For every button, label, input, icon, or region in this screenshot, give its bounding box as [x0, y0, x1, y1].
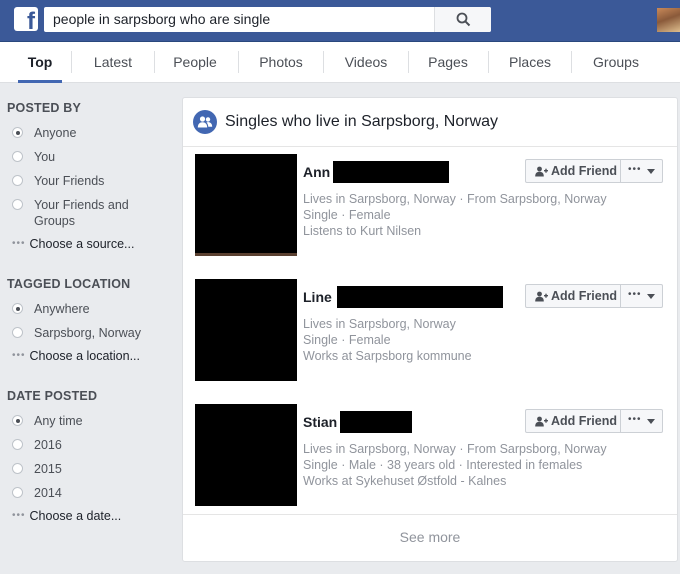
filter-option-2014[interactable]: 2014: [12, 485, 62, 501]
radio[interactable]: [12, 199, 23, 210]
chevron-down-icon: [647, 169, 655, 174]
tab-divider: [154, 51, 155, 73]
filter-option-sarpsborg[interactable]: Sarpsborg, Norway: [12, 325, 141, 341]
more-dots-icon: •••: [628, 164, 642, 175]
person-detail: Lives in Sarpsborg, Norway: [303, 317, 456, 331]
filter-option-any-time[interactable]: Any time: [12, 413, 83, 429]
tab-divider: [323, 51, 324, 73]
profile-avatar[interactable]: [657, 8, 680, 32]
radio[interactable]: [12, 487, 23, 498]
radio[interactable]: [12, 151, 23, 162]
tab-latest[interactable]: Latest: [85, 42, 141, 82]
filter-option-you[interactable]: You: [12, 149, 55, 165]
tab-divider: [238, 51, 239, 73]
add-friend-button[interactable]: Add Friend: [525, 159, 621, 183]
filter-title-tagged-location: TAGGED LOCATION: [7, 277, 131, 291]
redaction-bar: [337, 286, 503, 308]
search-tabs: Top Latest People Photos Videos Pages Pl…: [0, 42, 680, 83]
filter-option-your-friends[interactable]: Your Friends: [12, 173, 104, 189]
profile-photo[interactable]: [195, 279, 297, 381]
profile-photo[interactable]: [195, 404, 297, 506]
radio-checked[interactable]: [12, 415, 23, 426]
top-bar: f people in sarpsborg who are single: [0, 0, 680, 42]
tab-videos[interactable]: Videos: [337, 42, 395, 82]
search-input[interactable]: people in sarpsborg who are single: [53, 11, 270, 27]
add-friend-icon: [535, 416, 548, 427]
more-dots-icon: •••: [628, 289, 642, 300]
redaction-bar: [340, 411, 412, 433]
tab-divider: [571, 51, 572, 73]
filter-title-date-posted: DATE POSTED: [7, 389, 98, 403]
tab-divider: [71, 51, 72, 73]
radio-checked[interactable]: [12, 303, 23, 314]
chevron-down-icon: [647, 294, 655, 299]
more-options-button[interactable]: •••: [620, 284, 663, 308]
results-card: Singles who live in Sarpsborg, Norway An…: [182, 97, 678, 562]
more-dots-icon: •••: [628, 414, 642, 425]
person-detail: Listens to Kurt Nilsen: [303, 224, 422, 238]
radio[interactable]: [12, 439, 23, 450]
profile-photo[interactable]: [195, 154, 297, 256]
more-options-button[interactable]: •••: [620, 159, 663, 183]
tab-top[interactable]: Top: [18, 42, 62, 83]
person-detail: Single · Female: [303, 333, 391, 347]
filter-option-friends-groups[interactable]: Your Friends and Groups: [12, 197, 142, 229]
tab-divider: [488, 51, 489, 73]
tab-pages[interactable]: Pages: [421, 42, 475, 82]
person-result: Stian Lives in Sarpsborg, Norway · From …: [183, 404, 677, 514]
redaction-bar: [333, 161, 449, 183]
person-detail: Lives in Sarpsborg, Norway · From Sarpsb…: [303, 442, 607, 456]
add-friend-button[interactable]: Add Friend: [525, 284, 621, 308]
person-detail: Works at Sarpsborg kommune: [303, 349, 472, 363]
more-dots-icon: •••: [12, 238, 26, 249]
search-bar[interactable]: people in sarpsborg who are single: [44, 7, 491, 32]
add-friend-icon: [535, 166, 548, 177]
person-detail: Works at Sykehuset Østfold - Kalnes: [303, 474, 507, 488]
tab-divider: [408, 51, 409, 73]
tab-places[interactable]: Places: [502, 42, 558, 82]
radio[interactable]: [12, 327, 23, 338]
chevron-down-icon: [647, 419, 655, 424]
tab-groups[interactable]: Groups: [586, 42, 646, 82]
people-icon: [193, 110, 217, 134]
person-detail: Single · Female: [303, 208, 391, 222]
filter-option-2015[interactable]: 2015: [12, 461, 62, 477]
search-button[interactable]: [434, 7, 491, 32]
filter-title-posted-by: POSTED BY: [7, 101, 82, 115]
person-name[interactable]: Ann: [303, 164, 330, 180]
radio[interactable]: [12, 463, 23, 474]
person-detail: Single · Male · 38 years old · Intereste…: [303, 458, 583, 472]
person-name[interactable]: Stian: [303, 414, 337, 430]
more-options-button[interactable]: •••: [620, 409, 663, 433]
more-dots-icon: •••: [12, 350, 26, 361]
results-title: Singles who live in Sarpsborg, Norway: [225, 113, 499, 130]
more-dots-icon: •••: [12, 510, 26, 521]
person-name[interactable]: Line: [303, 289, 332, 305]
person-result: Ann Lives in Sarpsborg, Norway · From Sa…: [183, 154, 677, 264]
person-detail: Lives in Sarpsborg, Norway · From Sarpsb…: [303, 192, 607, 206]
choose-date-link[interactable]: ••• Choose a date...: [12, 509, 121, 523]
search-icon: [456, 12, 471, 27]
tab-people[interactable]: People: [166, 42, 224, 82]
choose-location-link[interactable]: ••• Choose a location...: [12, 349, 140, 363]
add-friend-icon: [535, 291, 548, 302]
tab-photos[interactable]: Photos: [252, 42, 310, 82]
choose-source-link[interactable]: ••• Choose a source...: [12, 237, 134, 251]
see-more-link[interactable]: See more: [183, 514, 677, 561]
radio-checked[interactable]: [12, 127, 23, 138]
filter-option-2016[interactable]: 2016: [12, 437, 62, 453]
filter-option-anyone[interactable]: Anyone: [12, 125, 76, 141]
add-friend-button[interactable]: Add Friend: [525, 409, 621, 433]
filter-option-anywhere[interactable]: Anywhere: [12, 301, 90, 317]
facebook-logo[interactable]: f: [14, 7, 38, 31]
radio[interactable]: [12, 175, 23, 186]
results-header: Singles who live in Sarpsborg, Norway: [183, 98, 677, 147]
person-result: Line Lives in Sarpsborg, Norway Single ·…: [183, 279, 677, 389]
